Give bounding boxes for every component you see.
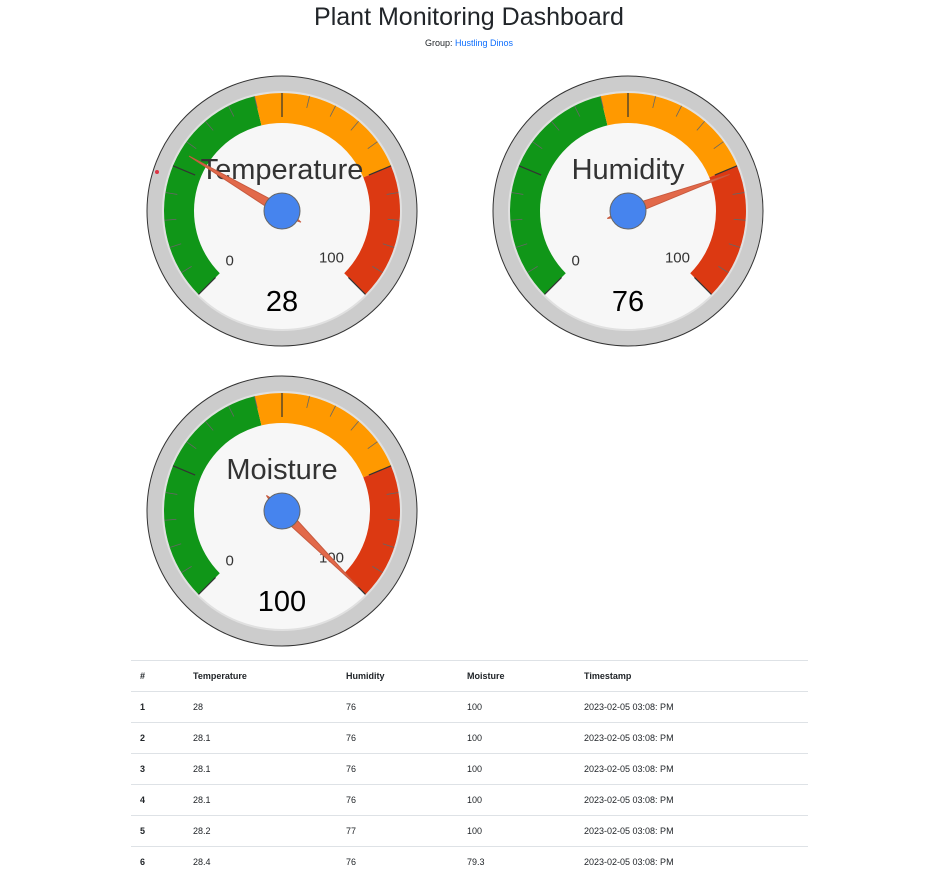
cell-humidity: 77 (337, 816, 458, 847)
table-header: # Temperature Humidity Moisture Timestam… (131, 661, 808, 692)
cell-timestamp: 2023-02-05 03:08: PM (575, 692, 808, 723)
cell-timestamp: 2023-02-05 03:08: PM (575, 816, 808, 847)
gauge-value: 76 (612, 286, 644, 318)
gauge-min-label: 0 (226, 252, 234, 269)
row-index: 1 (131, 692, 184, 723)
group-line: Group: Hustling Dinos (0, 37, 935, 49)
gauge-svg: 0100Moisture100 (146, 375, 418, 647)
cell-moisture: 100 (458, 754, 575, 785)
cell-humidity: 76 (337, 692, 458, 723)
row-index: 4 (131, 785, 184, 816)
row-index: 3 (131, 754, 184, 785)
column-header-moisture: Moisture (458, 661, 575, 692)
cell-temperature: 28.1 (184, 785, 337, 816)
gauge-label: Temperature (201, 154, 364, 186)
cell-temperature: 28.4 (184, 847, 337, 877)
column-header-humidity: Humidity (337, 661, 458, 692)
cell-moisture: 100 (458, 723, 575, 754)
cell-humidity: 76 (337, 723, 458, 754)
cell-temperature: 28.1 (184, 723, 337, 754)
stray-dot (155, 170, 159, 174)
table-row: 2 28.1 76 100 2023-02-05 03:08: PM (131, 723, 808, 754)
gauge-svg: 0 100 Humidity 76 (492, 75, 764, 347)
table-body: 1 28 76 100 2023-02-05 03:08: PM 2 28.1 … (131, 692, 808, 877)
header-row: # Temperature Humidity Moisture Timestam… (131, 661, 808, 692)
table-row: 1 28 76 100 2023-02-05 03:08: PM (131, 692, 808, 723)
gauge-min-label: 0 (226, 552, 234, 569)
readings-table: # Temperature Humidity Moisture Timestam… (131, 660, 808, 877)
cell-temperature: 28.1 (184, 754, 337, 785)
gauge-hub (264, 193, 300, 229)
table-row: 5 28.2 77 100 2023-02-05 03:08: PM (131, 816, 808, 847)
table-row: 3 28.1 76 100 2023-02-05 03:08: PM (131, 754, 808, 785)
gauge-max-label: 100 (319, 249, 344, 266)
gauge-value: 100 (258, 586, 306, 618)
gauge-moisture: 0100Moisture100 (146, 375, 418, 647)
cell-moisture: 79.3 (458, 847, 575, 877)
cell-timestamp: 2023-02-05 03:08: PM (575, 723, 808, 754)
gauge-hub (610, 193, 646, 229)
cell-timestamp: 2023-02-05 03:08: PM (575, 754, 808, 785)
gauge-max-label: 100 (665, 249, 690, 266)
row-index: 5 (131, 816, 184, 847)
cell-timestamp: 2023-02-05 03:08: PM (575, 785, 808, 816)
cell-temperature: 28 (184, 692, 337, 723)
cell-moisture: 100 (458, 785, 575, 816)
column-header-temperature: Temperature (184, 661, 337, 692)
page-title: Plant Monitoring Dashboard (0, 0, 935, 34)
cell-humidity: 76 (337, 847, 458, 877)
cell-moisture: 100 (458, 816, 575, 847)
gauge-label: Moisture (226, 454, 337, 486)
group-link[interactable]: Hustling Dinos (455, 38, 513, 48)
table-row: 6 28.4 76 79.3 2023-02-05 03:08: PM (131, 847, 808, 877)
row-index: 2 (131, 723, 184, 754)
group-label: Group: (425, 38, 453, 48)
gauge-min-label: 0 (572, 252, 580, 269)
column-header-index: # (131, 661, 184, 692)
table-row: 4 28.1 76 100 2023-02-05 03:08: PM (131, 785, 808, 816)
gauge-hub (264, 493, 300, 529)
cell-humidity: 76 (337, 754, 458, 785)
cell-humidity: 76 (337, 785, 458, 816)
row-index: 6 (131, 847, 184, 877)
column-header-timestamp: Timestamp (575, 661, 808, 692)
cell-temperature: 28.2 (184, 816, 337, 847)
cell-moisture: 100 (458, 692, 575, 723)
gauge-value: 28 (266, 286, 298, 318)
gauge-label: Humidity (572, 154, 685, 186)
cell-timestamp: 2023-02-05 03:08: PM (575, 847, 808, 877)
gauge-humidity: 0 100 Humidity 76 (492, 75, 764, 347)
gauge-svg: 0 100 Temperature 28 (146, 75, 418, 347)
gauge-temperature: 0 100 Temperature 28 (146, 75, 418, 347)
